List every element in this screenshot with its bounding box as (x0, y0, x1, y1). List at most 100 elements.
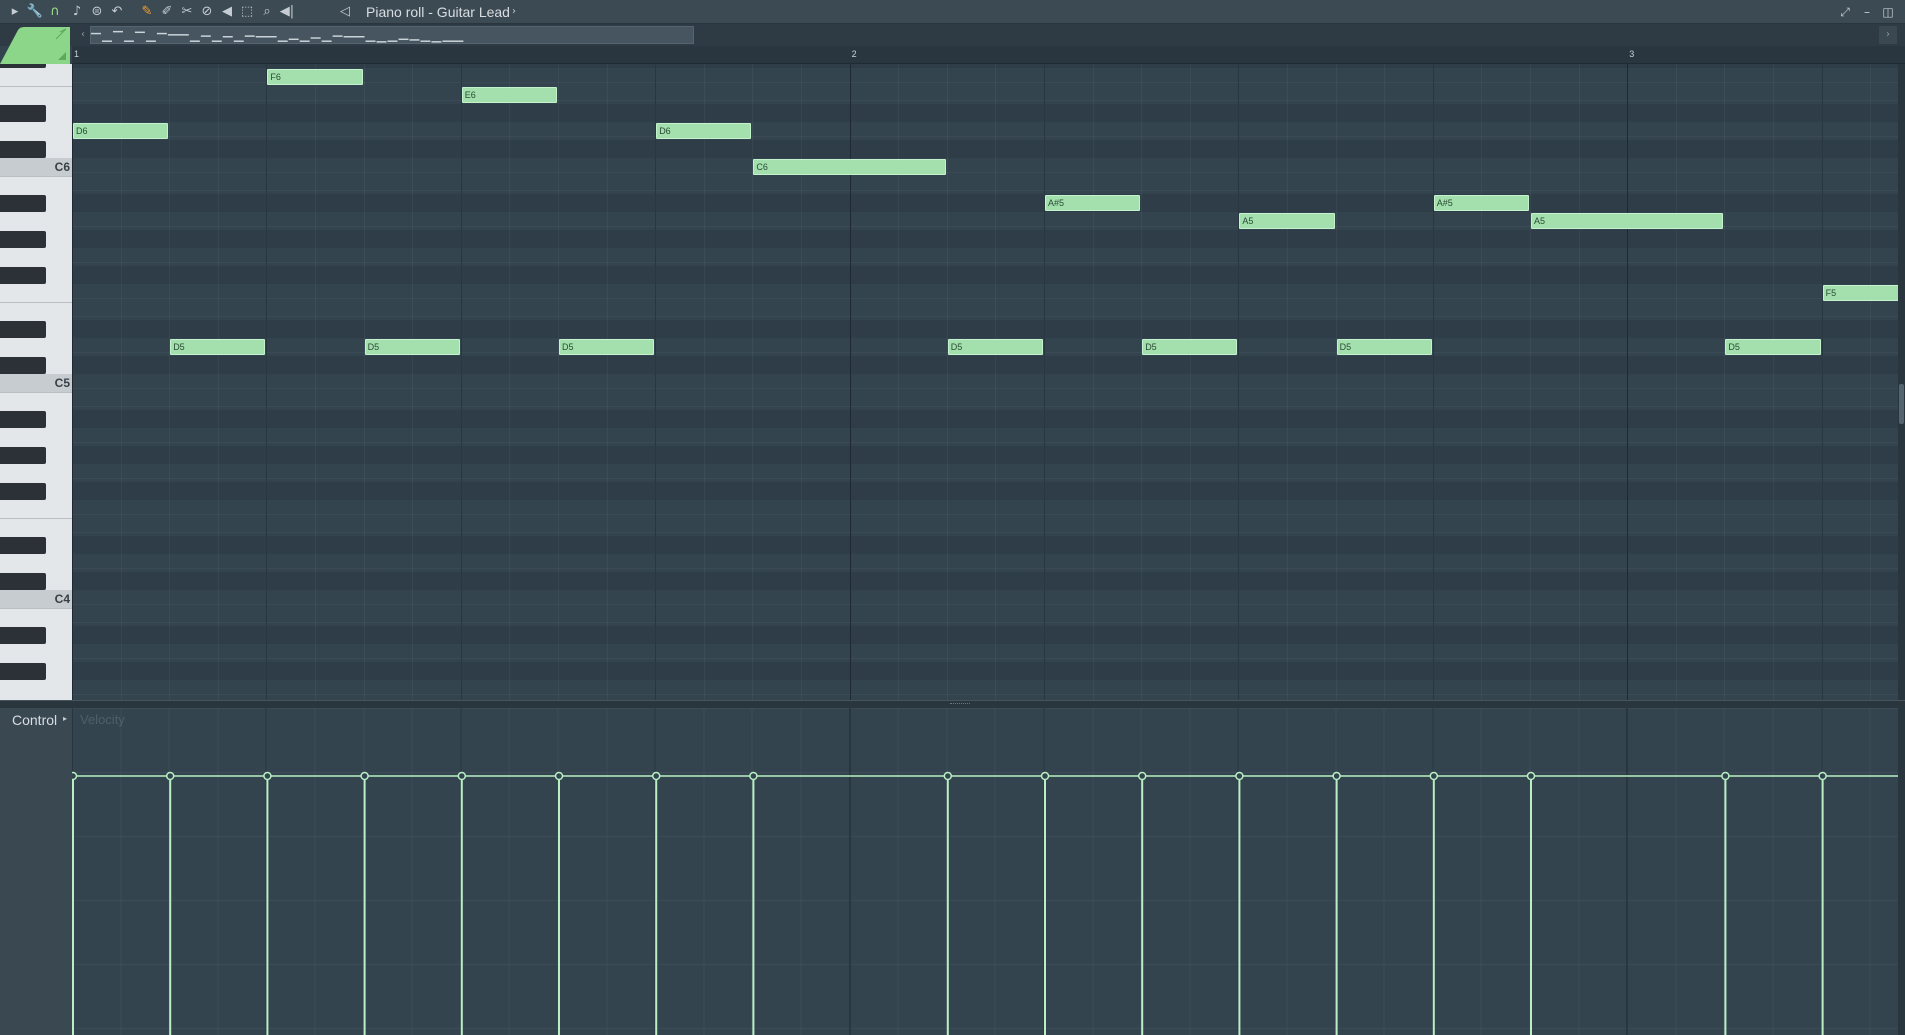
slice-tool-icon[interactable]: ◀ (218, 3, 236, 21)
black-key[interactable] (0, 447, 46, 464)
velocity-handle[interactable] (457, 771, 467, 781)
mute-tool-icon[interactable]: ⊘ (198, 3, 216, 21)
black-key[interactable] (0, 411, 46, 428)
pencil-draw-icon[interactable]: ✎ (138, 3, 156, 21)
delete-tool-icon[interactable]: ✂ (178, 3, 196, 21)
velocity-bars[interactable] (72, 708, 1898, 1035)
magnet-snap-icon[interactable]: ∩ (46, 3, 64, 21)
vertical-scrollbar[interactable] (1898, 64, 1905, 700)
overview-note (189, 40, 200, 42)
overview-note (310, 37, 321, 39)
octave-label: C5 (54, 376, 70, 390)
menu-arrow-icon[interactable]: ▸ (6, 3, 24, 21)
note-block[interactable]: F5 (1822, 285, 1898, 301)
overview-note (420, 40, 431, 42)
black-key[interactable] (0, 483, 46, 500)
note-block[interactable]: D5 (364, 339, 460, 355)
velocity-handle[interactable] (1137, 771, 1147, 781)
velocity-handle[interactable] (554, 771, 564, 781)
wrench-icon[interactable]: 🔧 (26, 3, 44, 21)
octave-label: C4 (54, 592, 70, 606)
note-block[interactable]: F6 (267, 69, 363, 85)
velocity-handle[interactable] (1818, 771, 1827, 781)
zoom-tool-icon[interactable]: ⌕ (258, 3, 276, 21)
divider-grip[interactable] (950, 703, 970, 705)
black-key[interactable] (0, 663, 46, 680)
minimize-icon[interactable]: – (1858, 3, 1876, 21)
note-block[interactable]: A5 (1239, 213, 1335, 229)
maximize-icon[interactable]: ◫ (1879, 3, 1897, 21)
stamp-icon[interactable]: ⊜ (88, 3, 106, 21)
black-key[interactable] (0, 357, 46, 374)
note-block[interactable]: D6 (656, 123, 752, 139)
note-grid[interactable]: D6D5F6D5E6D5D6C6D5A#5D5A5D5A#5A5D5F5D5G5… (72, 64, 1898, 700)
note-block[interactable]: A#5 (1433, 195, 1529, 211)
black-key[interactable] (0, 321, 46, 338)
bar-line (1627, 64, 1628, 700)
overview-note (431, 41, 442, 43)
piano-keyboard[interactable]: C6 C5 C4 (0, 64, 72, 700)
playback-tool-icon[interactable]: ◀| (278, 3, 296, 21)
note-block[interactable]: D5 (170, 339, 266, 355)
note-block[interactable]: C6 (753, 159, 946, 175)
note-block[interactable]: D5 (1725, 339, 1821, 355)
velocity-handle[interactable] (1429, 771, 1439, 781)
note-block[interactable]: D5 (947, 339, 1043, 355)
black-key[interactable] (0, 627, 46, 644)
key-separator (0, 302, 72, 303)
note-block[interactable]: D5 (559, 339, 655, 355)
black-key[interactable] (0, 231, 46, 248)
velocity-handle[interactable] (165, 771, 175, 781)
velocity-handle[interactable] (1235, 771, 1244, 781)
black-key[interactable] (0, 573, 46, 590)
black-key[interactable] (0, 64, 46, 68)
note-block[interactable]: D5 (1336, 339, 1432, 355)
black-key-row (72, 140, 1898, 158)
undo-icon[interactable]: ↶ (108, 3, 126, 21)
velocity-handle[interactable] (749, 771, 758, 781)
velocity-handle[interactable] (263, 771, 272, 781)
step-line (1676, 64, 1677, 700)
scroll-left-icon[interactable]: ‹ (76, 27, 90, 43)
black-key-row (72, 410, 1898, 428)
select-tool-icon[interactable]: ⬚ (238, 3, 256, 21)
title-menu-arrow-icon[interactable]: › (512, 3, 516, 21)
velocity-handle[interactable] (1526, 771, 1536, 781)
velocity-handle[interactable] (1721, 771, 1730, 781)
black-key[interactable] (0, 267, 46, 284)
overview-note (101, 40, 112, 42)
overview-note (365, 40, 376, 42)
scroll-right-icon[interactable]: › (1879, 26, 1897, 44)
overview-note (211, 40, 222, 42)
control-arrow-icon[interactable]: ▸ (63, 714, 67, 723)
brush-paint-icon[interactable]: ✐ (158, 3, 176, 21)
step-line (1481, 64, 1482, 700)
overview-scroll-thumb[interactable] (90, 26, 694, 44)
velocity-handle[interactable] (72, 771, 78, 781)
black-key[interactable] (0, 195, 46, 212)
control-selector[interactable]: Control (12, 712, 57, 728)
control-scrollbar[interactable] (1898, 708, 1905, 1035)
velocity-handle[interactable] (943, 771, 953, 781)
speaker-icon[interactable]: ◁ (340, 3, 358, 21)
black-key[interactable] (0, 537, 46, 554)
piano-roll-window: ▸ 🔧 ∩ ♪ ⊜ ↶ ✎ ✐ ✂ ⊘ ◀ ⬚ ⌕ ◀| ◁ Piano roll - Guitar Le… (0, 0, 1905, 1035)
velocity-handle[interactable] (1040, 771, 1050, 781)
velocity-handle[interactable] (651, 771, 661, 781)
note-block[interactable]: A5 (1531, 213, 1724, 229)
velocity-handle[interactable] (1332, 771, 1341, 781)
note-block[interactable]: D5 (1142, 339, 1238, 355)
step-line (1870, 64, 1871, 700)
note-icon[interactable]: ♪ (68, 3, 86, 21)
black-key[interactable] (0, 105, 46, 122)
black-key[interactable] (0, 141, 46, 158)
note-block[interactable]: E6 (461, 87, 557, 103)
detach-icon[interactable]: ⤢ (1836, 3, 1854, 21)
step-line (509, 64, 510, 700)
note-block[interactable]: D6 (73, 123, 169, 139)
vertical-scroll-thumb[interactable] (1899, 384, 1904, 424)
note-block[interactable]: A#5 (1045, 195, 1141, 211)
velocity-handle[interactable] (360, 771, 369, 781)
channel-corner-tab[interactable] (0, 24, 72, 64)
timeline-ruler[interactable]: 1 2 3 (72, 46, 1905, 64)
